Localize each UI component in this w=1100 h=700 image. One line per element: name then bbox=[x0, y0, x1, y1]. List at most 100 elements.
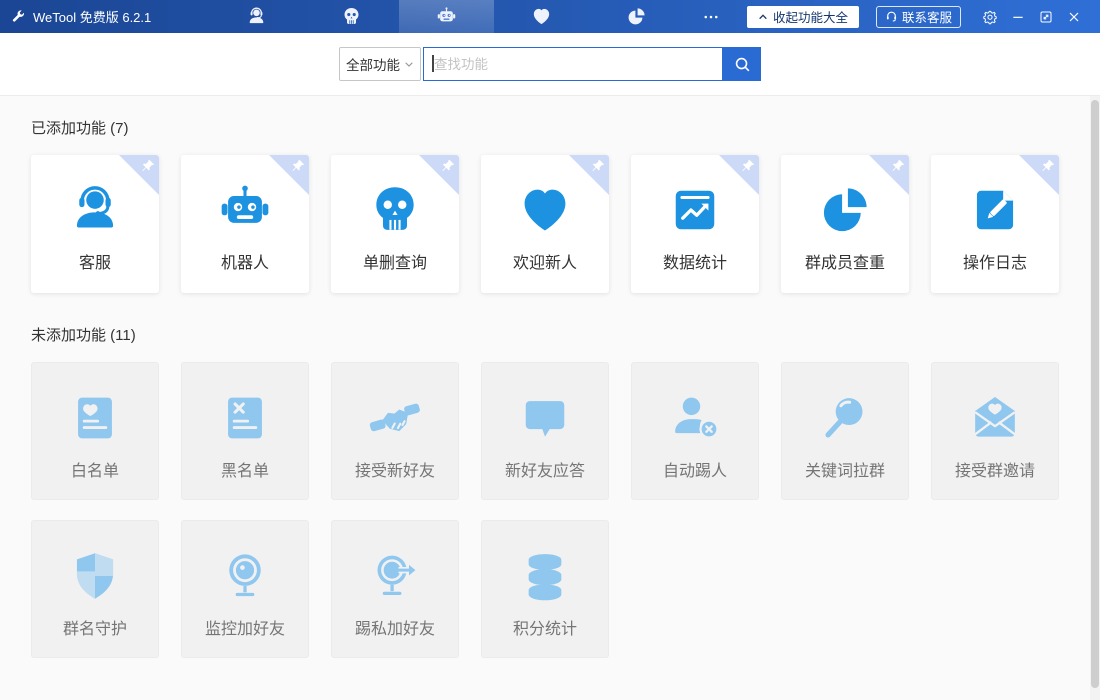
feature-card-robot[interactable]: 机器人 bbox=[181, 155, 309, 293]
contact-support-label: 联系客服 bbox=[902, 7, 952, 26]
contact-support-button[interactable]: 联系客服 bbox=[876, 6, 961, 28]
content-area: 已添加功能 (7) 客服 机器人 单删查询 欢迎新人数据统计 群成员查重操作日志未添加功能… bbox=[0, 96, 1100, 700]
feature-card-webcam[interactable]: 监控加好友 bbox=[181, 520, 309, 658]
settings-button[interactable] bbox=[976, 4, 1004, 30]
note-pencil-icon bbox=[967, 182, 1023, 238]
magnifier-icon bbox=[817, 390, 873, 446]
minimize-button[interactable] bbox=[1004, 4, 1032, 30]
pinned-badge bbox=[569, 155, 609, 195]
close-icon bbox=[1066, 9, 1082, 25]
feature-card-label: 群名守护 bbox=[63, 615, 127, 639]
feature-card-list-x[interactable]: 黑名单 bbox=[181, 362, 309, 500]
pie-icon bbox=[626, 6, 647, 27]
titlebar-tab-pie[interactable] bbox=[589, 0, 684, 33]
feature-card-label: 踢私加好友 bbox=[355, 615, 435, 639]
feature-card-label: 客服 bbox=[79, 249, 111, 273]
feature-card-magnifier[interactable]: 关键词拉群 bbox=[781, 362, 909, 500]
handshake-icon bbox=[367, 390, 423, 446]
feature-card-envelope-heart[interactable]: 接受群邀请 bbox=[931, 362, 1059, 500]
feature-card-handshake[interactable]: 接受新好友 bbox=[331, 362, 459, 500]
feature-card-database[interactable]: 积分统计 bbox=[481, 520, 609, 658]
pinned-badge bbox=[869, 155, 909, 195]
feature-card-skull[interactable]: 单删查询 bbox=[331, 155, 459, 293]
heart-icon bbox=[531, 6, 552, 27]
feature-card-label: 接受群邀请 bbox=[955, 457, 1035, 481]
feature-card-label: 自动踢人 bbox=[663, 457, 727, 481]
more-button[interactable] bbox=[699, 5, 723, 29]
speech-bubble-icon bbox=[517, 390, 573, 446]
collapse-features-button[interactable]: 收起功能大全 bbox=[747, 6, 859, 28]
chevron-down-icon bbox=[404, 59, 414, 69]
webcam-icon bbox=[217, 548, 273, 604]
robot-icon bbox=[217, 182, 273, 238]
feature-sections: 已添加功能 (7) 客服 机器人 单删查询 欢迎新人数据统计 群成员查重操作日志未添加功能… bbox=[31, 96, 1100, 658]
titlebar-tab-heart[interactable] bbox=[494, 0, 589, 33]
close-button[interactable] bbox=[1060, 4, 1088, 30]
feature-card-list-heart[interactable]: 白名单 bbox=[31, 362, 159, 500]
pinned-badge bbox=[419, 155, 459, 195]
app-title: WeTool 免费版 6.2.1 bbox=[33, 7, 151, 26]
shield-icon bbox=[67, 548, 123, 604]
more-dots-icon bbox=[702, 8, 720, 26]
envelope-heart-icon bbox=[967, 390, 1023, 446]
pinned-badge bbox=[119, 155, 159, 195]
scrollbar-thumb[interactable] bbox=[1091, 100, 1099, 688]
search-bar: 全部功能 bbox=[0, 33, 1100, 96]
webcam-arrow-icon bbox=[367, 548, 423, 604]
person-remove-icon bbox=[667, 390, 723, 446]
collapse-features-label: 收起功能大全 bbox=[773, 7, 848, 26]
feature-card-label: 监控加好友 bbox=[205, 615, 285, 639]
headset-mini-icon bbox=[885, 10, 898, 23]
robot-icon bbox=[436, 6, 457, 27]
feature-card-label: 黑名单 bbox=[221, 457, 269, 481]
feature-card-label: 数据统计 bbox=[663, 249, 727, 273]
feature-grid-unadded: 白名单黑名单 接受新好友 新好友应答自动踢人 关键词拉群 接受群邀请群名守护 监控加好友 踢… bbox=[31, 362, 1100, 658]
feature-card-heart[interactable]: 欢迎新人 bbox=[481, 155, 609, 293]
list-x-icon bbox=[217, 390, 273, 446]
titlebar: WeTool 免费版 6.2.1 收起功能大全 联系客服 bbox=[0, 0, 1100, 33]
search-icon bbox=[733, 55, 752, 74]
headset-icon bbox=[246, 6, 267, 27]
feature-card-webcam-arrow[interactable]: 踢私加好友 bbox=[331, 520, 459, 658]
search-button[interactable] bbox=[723, 47, 761, 81]
feature-card-person-remove[interactable]: 自动踢人 bbox=[631, 362, 759, 500]
feature-card-label: 接受新好友 bbox=[355, 457, 435, 481]
feature-grid-added: 客服 机器人 单删查询 欢迎新人数据统计 群成员查重操作日志 bbox=[31, 155, 1100, 293]
titlebar-tab-headset[interactable] bbox=[209, 0, 304, 33]
chevron-up-icon bbox=[758, 12, 768, 22]
feature-filter-label: 全部功能 bbox=[346, 54, 400, 74]
feature-card-pie[interactable]: 群成员查重 bbox=[781, 155, 909, 293]
feature-card-speech-bubble[interactable]: 新好友应答 bbox=[481, 362, 609, 500]
app-title-area: WeTool 免费版 6.2.1 bbox=[0, 7, 151, 26]
feature-card-chart[interactable]: 数据统计 bbox=[631, 155, 759, 293]
section-title-added: 已添加功能 (7) bbox=[31, 96, 1100, 155]
text-caret bbox=[432, 55, 434, 72]
headset-icon bbox=[67, 182, 123, 238]
feature-card-label: 机器人 bbox=[221, 249, 269, 273]
wrench-icon bbox=[11, 9, 26, 24]
search-input[interactable] bbox=[424, 48, 722, 80]
feature-card-note-pencil[interactable]: 操作日志 bbox=[931, 155, 1059, 293]
pie-icon bbox=[817, 182, 873, 238]
maximize-button[interactable] bbox=[1032, 4, 1060, 30]
feature-card-headset[interactable]: 客服 bbox=[31, 155, 159, 293]
feature-card-shield[interactable]: 群名守护 bbox=[31, 520, 159, 658]
skull-icon bbox=[341, 6, 362, 27]
feature-card-label: 单删查询 bbox=[363, 249, 427, 273]
pinned-badge bbox=[1019, 155, 1059, 195]
minimize-icon bbox=[1010, 9, 1026, 25]
chart-icon bbox=[667, 182, 723, 238]
titlebar-tab-skull[interactable] bbox=[304, 0, 399, 33]
heart-icon bbox=[517, 182, 573, 238]
section-title-unadded: 未添加功能 (11) bbox=[31, 293, 1100, 362]
maximize-icon bbox=[1038, 9, 1054, 25]
feature-card-label: 关键词拉群 bbox=[805, 457, 885, 481]
search-input-wrap bbox=[423, 47, 723, 81]
pinned-badge bbox=[719, 155, 759, 195]
feature-card-label: 积分统计 bbox=[513, 615, 577, 639]
pinned-badge bbox=[269, 155, 309, 195]
feature-filter-dropdown[interactable]: 全部功能 bbox=[339, 47, 421, 81]
feature-card-label: 操作日志 bbox=[963, 249, 1027, 273]
scrollbar-track[interactable] bbox=[1090, 96, 1100, 700]
titlebar-tab-robot[interactable] bbox=[399, 0, 494, 33]
